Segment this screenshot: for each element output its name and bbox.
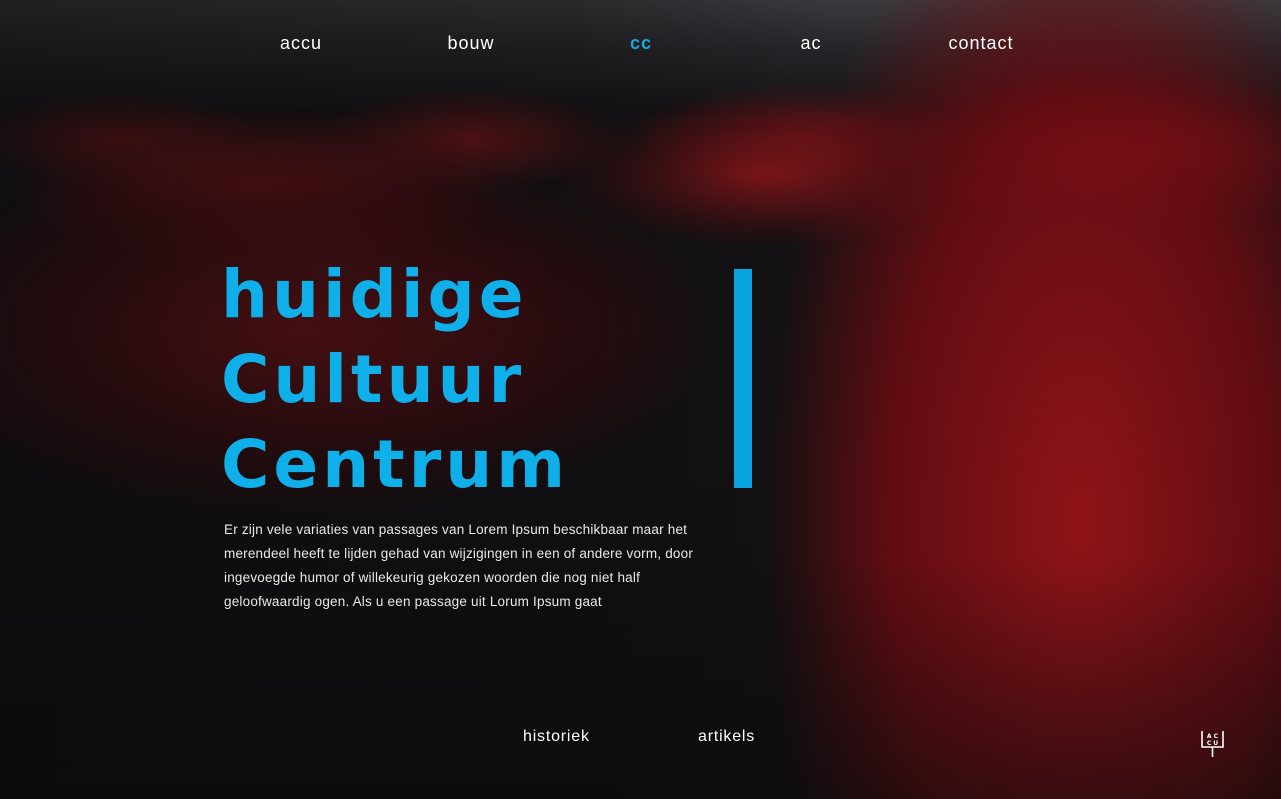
hero-title-line-2: Cultuur bbox=[221, 341, 526, 418]
accent-bar bbox=[734, 269, 752, 488]
nav-item-contact[interactable]: contact bbox=[921, 30, 1041, 56]
nav-item-cc[interactable]: cc bbox=[581, 30, 701, 56]
nav-item-ac[interactable]: ac bbox=[751, 30, 871, 56]
hero-title-line-1: huidige bbox=[221, 256, 528, 333]
nav-item-bouw[interactable]: bouw bbox=[411, 30, 531, 56]
top-nav: accu bouw cc ac contact bbox=[0, 30, 1281, 56]
svg-text:C U: C U bbox=[1207, 740, 1218, 747]
hero-title: huidige Cultuur Centrum bbox=[221, 252, 569, 507]
sub-nav-artikels[interactable]: artikels bbox=[698, 726, 755, 748]
nav-item-accu[interactable]: accu bbox=[241, 30, 361, 56]
sub-nav-historiek[interactable]: historiek bbox=[523, 726, 590, 748]
svg-text:A C: A C bbox=[1207, 733, 1219, 740]
page: accu bouw cc ac contact huidige Cultuur … bbox=[0, 0, 1281, 799]
hero-description: Er zijn vele variaties van passages van … bbox=[224, 522, 694, 609]
background-overlay bbox=[0, 0, 1281, 799]
accu-logo-icon[interactable]: A C C U bbox=[1201, 731, 1224, 758]
hero-title-line-3: Centrum bbox=[221, 426, 570, 503]
